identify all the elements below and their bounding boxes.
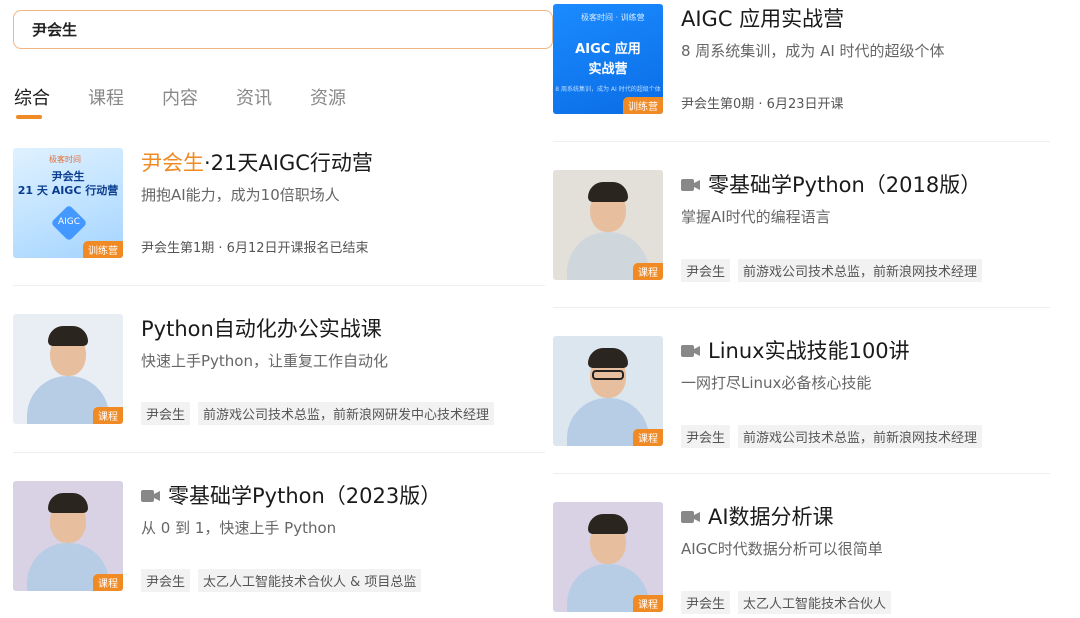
author-tag[interactable]: 尹会生 [681,425,731,448]
thumbnail-line1: AIGC 应用 [575,42,641,57]
type-badge: 训练营 [83,241,123,258]
course-tags: 尹会生 前游戏公司技术总监，前新浪网技术经理 [681,259,990,282]
course-title[interactable]: 零基础学Python（2023版） [141,481,545,511]
course-thumbnail[interactable]: 课程 [553,336,663,446]
course-thumbnail[interactable]: 课程 [553,502,663,612]
video-camera-icon [681,179,700,191]
course-tags: 尹会生 前游戏公司技术总监，前新浪网研发中心技术经理 [141,402,502,425]
search-tabs: 综合 课程 内容 资讯 资源 [14,84,384,120]
course-thumbnail[interactable]: 极客时间 尹会生 21 天 AIGC 行动营 AIGC 训练营 [13,148,123,258]
course-title[interactable]: AI数据分析课 [681,502,1053,532]
result-card-aigc-camp[interactable]: 极客时间 · 训练营 AIGC 应用 实战营 8 周系统集训，成为 AI 时代的… [553,4,1053,116]
course-meta: 尹会生第1期 · 6月12日开课报名已结束 [141,241,369,256]
divider [553,473,1050,474]
video-camera-icon [141,490,160,502]
person-hair [588,514,628,534]
card-info: AI数据分析课 AIGC时代数据分析可以很简单 [681,502,1053,559]
card-info: Python自动化办公实战课 快速上手Python，让重复工作自动化 [141,314,545,371]
card-info: 零基础学Python（2018版） 掌握AI时代的编程语言 [681,170,1053,227]
course-subtitle: 从 0 到 1，快速上手 Python [141,519,337,537]
type-badge: 课程 [633,595,663,612]
person-hair [588,348,628,368]
result-card-linux[interactable]: 课程 Linux实战技能100讲 一网打尽Linux必备核心技能 尹会生 前游戏公… [553,336,1053,448]
title-text: AI数据分析课 [708,505,834,529]
course-thumbnail[interactable]: 课程 [13,314,123,424]
result-card-ai-data[interactable]: 课程 AI数据分析课 AIGC时代数据分析可以很简单 尹会生 太乙人工智能技术合伙… [553,502,1053,614]
divider [553,307,1050,308]
thumbnail-line2: 实战营 [588,62,628,77]
video-camera-icon [681,511,700,523]
type-badge: 课程 [93,574,123,591]
tab-content[interactable]: 内容 [162,84,198,120]
course-thumbnail[interactable]: 课程 [13,481,123,591]
tab-comprehensive[interactable]: 综合 [14,84,50,120]
course-thumbnail[interactable]: 课程 [553,170,663,280]
author-title-tag: 前游戏公司技术总监，前新浪网技术经理 [738,259,983,282]
tab-news[interactable]: 资讯 [236,84,272,120]
type-badge: 训练营 [623,97,663,114]
thumbnail-line2: 21 天 AIGC 行动营 [17,184,119,197]
author-tag[interactable]: 尹会生 [141,569,191,592]
course-meta: 尹会生第0期 · 6月23日开课 [681,97,844,112]
person-hair [48,493,88,513]
title-text: ·21天AIGC行动营 [204,151,373,175]
course-title[interactable]: Linux实战技能100讲 [681,336,1053,366]
title-highlight: 尹会生 [141,151,204,175]
cube-text: AIGC [58,217,81,227]
author-tag[interactable]: 尹会生 [681,259,731,282]
tab-courses[interactable]: 课程 [88,84,124,120]
search-input[interactable] [14,11,552,48]
course-title[interactable]: 尹会生 ·21天AIGC行动营 [141,148,545,178]
video-camera-icon [681,345,700,357]
tab-resources[interactable]: 资源 [310,84,346,120]
course-subtitle: 拥抱AI能力，成为10倍职场人 [141,186,340,204]
title-text: 零基础学Python（2018版） [708,173,982,197]
author-title-tag: 太乙人工智能技术合伙人 [738,591,892,614]
person-hair [48,326,88,346]
course-title[interactable]: 零基础学Python（2018版） [681,170,1053,200]
person-hair [588,182,628,202]
divider [13,452,545,453]
right-column: 极客时间 · 训练营 AIGC 应用 实战营 8 周系统集训，成为 AI 时代的… [553,0,1080,618]
brand-logo-text: 极客时间 · 训练营 [581,13,645,22]
type-badge: 课程 [633,429,663,446]
card-info: 零基础学Python（2023版） 从 0 到 1，快速上手 Python [141,481,545,538]
type-badge: 课程 [93,407,123,424]
card-info: Linux实战技能100讲 一网打尽Linux必备核心技能 [681,336,1053,393]
course-title[interactable]: AIGC 应用实战营 [681,4,1053,34]
course-thumbnail[interactable]: 极客时间 · 训练营 AIGC 应用 实战营 8 周系统集训，成为 AI 时代的… [553,4,663,114]
title-text: Linux实战技能100讲 [708,339,910,363]
type-badge: 课程 [633,263,663,280]
card-info: 尹会生 ·21天AIGC行动营 拥抱AI能力，成为10倍职场人 [141,148,545,205]
card-info: AIGC 应用实战营 8 周系统集训，成为 AI 时代的超级个体 [681,4,1053,61]
course-subtitle: 掌握AI时代的编程语言 [681,208,831,226]
result-card-python-2018[interactable]: 课程 零基础学Python（2018版） 掌握AI时代的编程语言 尹会生 前游戏公… [553,170,1053,282]
course-subtitle: 快速上手Python，让重复工作自动化 [141,352,388,370]
divider [13,285,545,286]
author-title-tag: 太乙人工智能技术合伙人 & 项目总监 [198,569,422,592]
brand-logo-text: 极客时间 [49,155,81,164]
left-column: 综合 课程 内容 资讯 资源 极客时间 尹会生 21 天 AIGC 行动营 AI… [0,0,553,618]
result-card-python-office[interactable]: 课程 Python自动化办公实战课 快速上手Python，让重复工作自动化 尹会… [13,314,545,426]
result-card-aigc-21day[interactable]: 极客时间 尹会生 21 天 AIGC 行动营 AIGC 训练营 尹会生 ·21天… [13,148,545,260]
author-title-tag: 前游戏公司技术总监，前新浪网研发中心技术经理 [198,402,495,425]
title-text: 零基础学Python（2023版） [168,484,442,508]
author-title-tag: 前游戏公司技术总监，前新浪网技术经理 [738,425,983,448]
course-tags: 尹会生 太乙人工智能技术合伙人 & 项目总监 [141,569,429,592]
course-title[interactable]: Python自动化办公实战课 [141,314,545,344]
search-box[interactable] [13,10,553,49]
divider [553,141,1050,142]
thumbnail-line3: 8 周系统集训，成为 AI 时代的超级个体 [555,86,661,93]
course-subtitle: 一网打尽Linux必备核心技能 [681,374,872,392]
course-subtitle: AIGC时代数据分析可以很简单 [681,540,883,558]
result-card-python-2023[interactable]: 课程 零基础学Python（2023版） 从 0 到 1，快速上手 Python… [13,481,545,593]
glasses-graphic [592,370,624,380]
course-subtitle: 8 周系统集训，成为 AI 时代的超级个体 [681,42,945,60]
course-tags: 尹会生 太乙人工智能技术合伙人 [681,591,899,614]
author-tag[interactable]: 尹会生 [141,402,191,425]
course-tags: 尹会生 前游戏公司技术总监，前新浪网技术经理 [681,425,990,448]
author-tag[interactable]: 尹会生 [681,591,731,614]
